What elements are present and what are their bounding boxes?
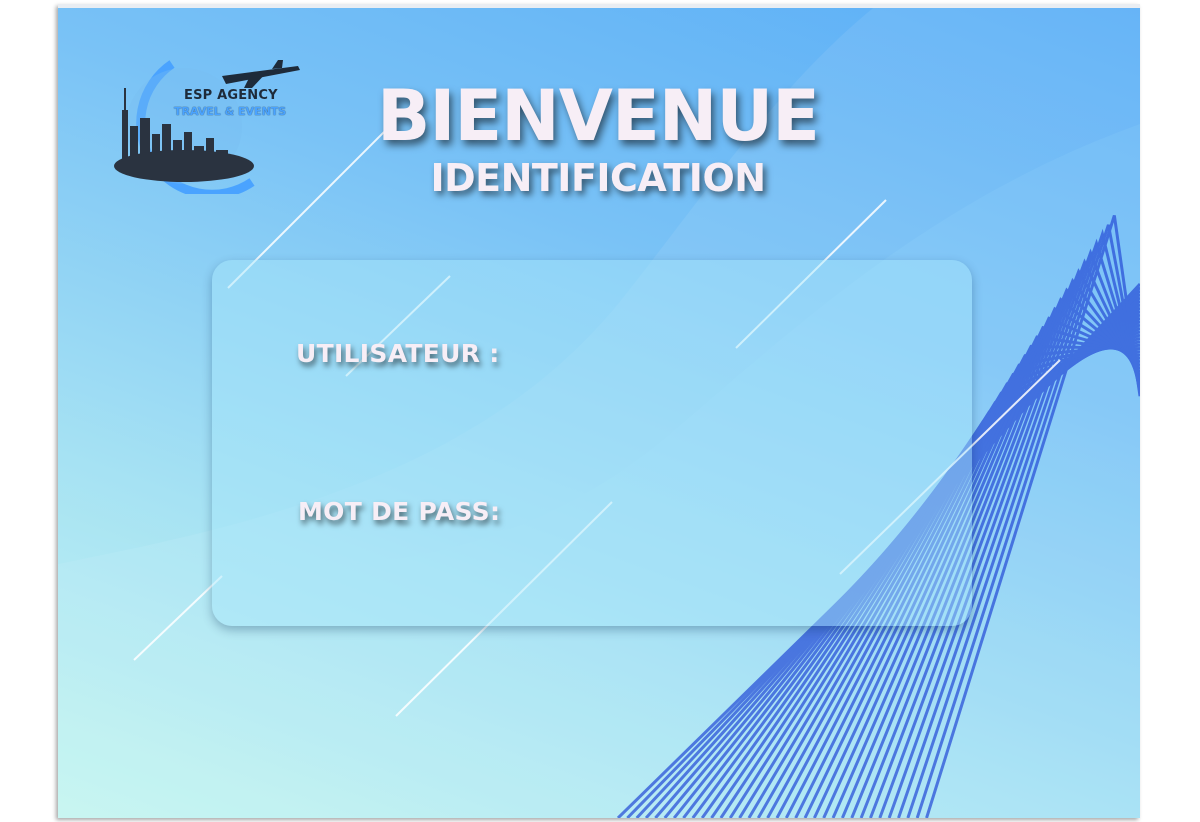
password-label: MOT DE PASS: — [298, 497, 501, 526]
agency-logo — [114, 60, 300, 194]
login-window: ESP AGENCY TRAVEL & EVENTS BIENVENUE IDE… — [58, 4, 1140, 818]
window-top-border — [58, 4, 1140, 8]
logo-title: ESP AGENCY — [184, 88, 278, 103]
page-subtitle: IDENTIFICATION — [430, 156, 766, 200]
page-title: BIENVENUE — [376, 75, 820, 157]
username-input[interactable] — [502, 336, 936, 374]
login-card: UTILISATEUR : MOT DE PASS: — [212, 260, 972, 626]
airplane-icon — [222, 60, 300, 88]
logo-subtitle: TRAVEL & EVENTS — [174, 105, 287, 118]
username-label: UTILISATEUR : — [296, 339, 500, 368]
password-input[interactable] — [502, 494, 936, 532]
